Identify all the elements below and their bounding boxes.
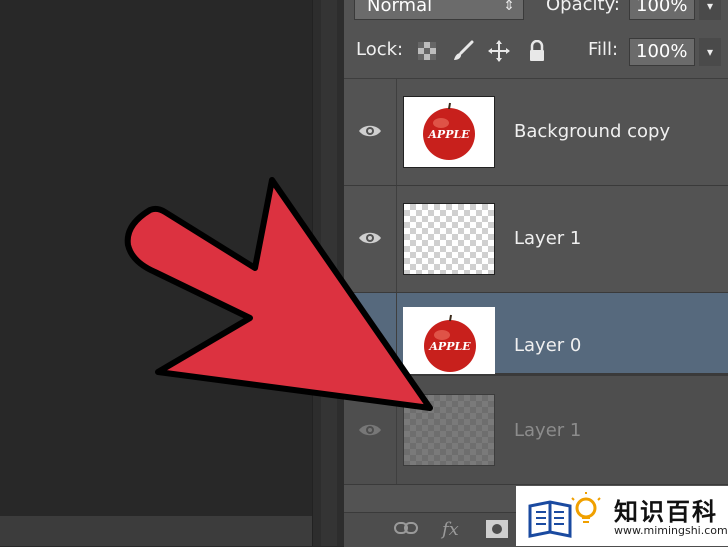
brush-icon[interactable] (452, 40, 474, 62)
book-lightbulb-icon (528, 492, 601, 538)
checkerboard-lock-icon[interactable] (416, 40, 438, 62)
blend-mode-select[interactable]: Normal ⇕ (354, 0, 524, 20)
fill-label: Fill: (588, 39, 619, 60)
layer-name[interactable]: Layer 1 (514, 228, 581, 249)
layer-row-background-copy[interactable]: APPLE Background copy (344, 79, 728, 186)
layer-thumbnail: APPLE (403, 307, 495, 379)
fx-icon[interactable]: fx (442, 519, 459, 540)
eye-icon[interactable] (358, 123, 382, 139)
opacity-input[interactable]: 100% (629, 0, 695, 20)
layer-name[interactable]: Layer 0 (514, 335, 581, 356)
fill-input[interactable]: 100% (629, 38, 695, 66)
layer-row-layer-0[interactable]: APPLE Layer 0 (344, 293, 728, 379)
canvas-status-bar (0, 516, 320, 546)
fill-dropdown-button[interactable]: ▾ (699, 38, 721, 66)
lock-label: Lock: (356, 39, 404, 60)
visibility-toggle[interactable] (344, 79, 397, 185)
select-arrows-icon: ⇕ (503, 0, 515, 14)
opacity-label: Opacity: (546, 0, 620, 15)
link-icon[interactable] (394, 521, 418, 535)
move-icon[interactable] (488, 40, 510, 62)
visibility-toggle[interactable] (344, 186, 397, 292)
vertical-scrollbar[interactable] (312, 0, 345, 546)
watermark: 知识百科 www.mimingshi.com (516, 486, 728, 546)
watermark-url: www.mimingshi.com (614, 524, 728, 537)
blend-mode-value: Normal (367, 0, 433, 16)
apple-label: APPLE (427, 128, 470, 141)
layer-thumbnail (403, 394, 495, 466)
dragging-layer-ghost[interactable]: Layer 1 (344, 374, 728, 485)
opacity-dropdown-button[interactable]: ▾ (699, 0, 721, 20)
visibility-toggle[interactable] (344, 293, 397, 373)
mask-icon[interactable] (486, 520, 508, 538)
layer-row-layer-1[interactable]: Layer 1 (344, 186, 728, 293)
layer-thumbnail: APPLE (403, 96, 495, 168)
layer-name: Layer 1 (514, 420, 582, 441)
layer-thumbnail (403, 203, 495, 275)
padlock-icon[interactable] (526, 40, 548, 62)
visibility-toggle[interactable] (344, 376, 397, 484)
document-canvas-area (0, 0, 330, 546)
eye-icon[interactable] (358, 422, 382, 438)
apple-label: APPLE (428, 340, 471, 353)
eye-icon[interactable] (358, 230, 382, 246)
layer-name[interactable]: Background copy (514, 121, 670, 142)
apple-image: APPLE (424, 314, 476, 372)
blend-opacity-bar: Normal ⇕ Opacity: 100% ▾ (344, 0, 728, 27)
watermark-title: 知识百科 (614, 498, 718, 526)
apple-image: APPLE (423, 102, 475, 160)
layers-panel: Normal ⇕ Opacity: 100% ▾ Lock: Fill: 100… (344, 0, 728, 547)
lock-fill-bar: Lock: Fill: 100% ▾ (344, 26, 728, 79)
